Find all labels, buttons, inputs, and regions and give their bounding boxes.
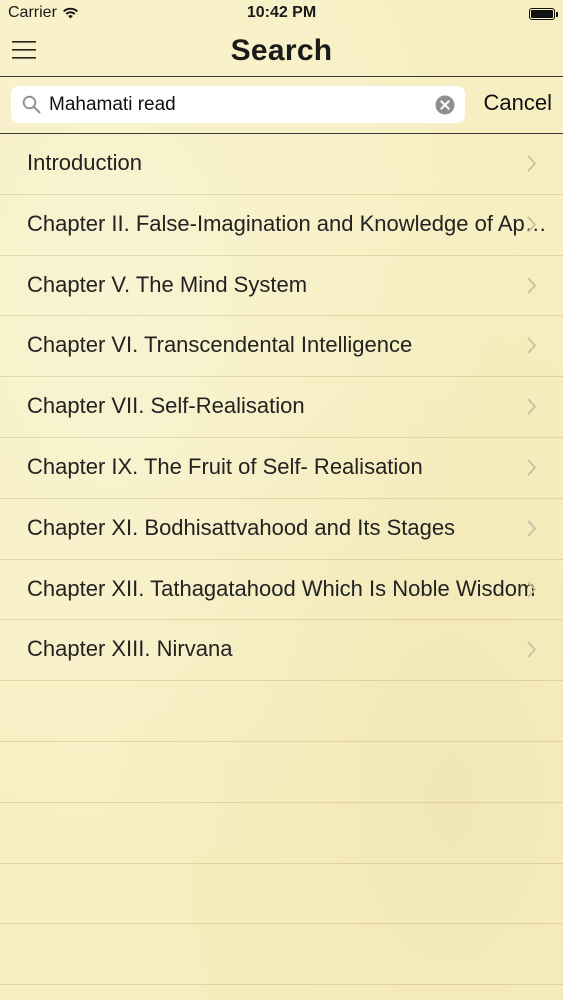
battery-fill — [531, 10, 553, 18]
search-result-title: Chapter IX. The Fruit of Self- Realisati… — [27, 453, 423, 479]
chevron-right-icon — [527, 459, 536, 476]
empty-row — [0, 924, 563, 986]
search-icon — [22, 95, 41, 114]
empty-row — [0, 742, 563, 803]
chevron-right-icon — [527, 520, 536, 537]
search-result-title: Chapter V. The Mind System — [27, 271, 308, 297]
battery-icon — [529, 8, 558, 20]
search-result-item[interactable]: Chapter IX. The Fruit of Self- Realisati… — [0, 438, 563, 499]
search-result-title: Chapter VII. Self-Realisation — [27, 393, 305, 419]
search-result-title: Chapter II. False-Imagination and Knowle… — [27, 210, 555, 236]
search-result-item[interactable]: Chapter XIII. Nirvana — [0, 620, 563, 682]
navigation-bar: Search — [0, 28, 563, 77]
empty-row — [0, 681, 563, 742]
clear-icon[interactable] — [435, 95, 455, 115]
search-result-item[interactable]: Chapter XI. Bodhisattvahood and Its Stag… — [0, 499, 563, 560]
chevron-right-icon — [527, 581, 536, 598]
search-input[interactable] — [49, 86, 429, 123]
chevron-right-icon — [527, 337, 536, 354]
search-result-item[interactable]: Chapter II. False-Imagination and Knowle… — [0, 195, 563, 256]
chevron-right-icon — [527, 277, 536, 294]
status-bar: Carrier 10:42 PM — [0, 0, 563, 28]
search-result-item[interactable]: Chapter V. The Mind System — [0, 256, 563, 317]
page-title: Search — [230, 34, 333, 67]
search-result-item[interactable]: Chapter XII. Tathagatahood Which Is Nobl… — [0, 560, 563, 621]
search-result-title: Chapter VI. Transcendental Intelligence — [27, 332, 413, 358]
search-results-list: Introduction Chapter II. False-Imaginatio… — [0, 134, 563, 986]
search-bar: Cancel — [0, 77, 563, 134]
search-result-item[interactable]: Chapter VII. Self-Realisation — [0, 377, 563, 438]
chevron-right-icon — [527, 641, 536, 658]
chevron-right-icon — [527, 155, 536, 172]
search-result-title: Introduction — [27, 150, 142, 175]
empty-row — [0, 803, 563, 864]
chevron-right-icon — [527, 216, 536, 233]
search-result-item[interactable]: Introduction — [0, 134, 563, 195]
empty-row — [0, 864, 563, 925]
status-time: 10:42 PM — [246, 4, 317, 21]
search-result-item[interactable]: Chapter VI. Transcendental Intelligence — [0, 316, 563, 378]
search-result-title: Chapter XII. Tathagatahood Which Is Nobl… — [27, 575, 536, 601]
search-result-title: Chapter XI. Bodhisattvahood and Its Stag… — [27, 514, 456, 540]
chevron-right-icon — [527, 398, 536, 415]
cancel-button[interactable]: Cancel — [484, 90, 552, 116]
search-result-title: Chapter XIII. Nirvana — [27, 636, 233, 662]
search-field[interactable] — [11, 86, 465, 123]
